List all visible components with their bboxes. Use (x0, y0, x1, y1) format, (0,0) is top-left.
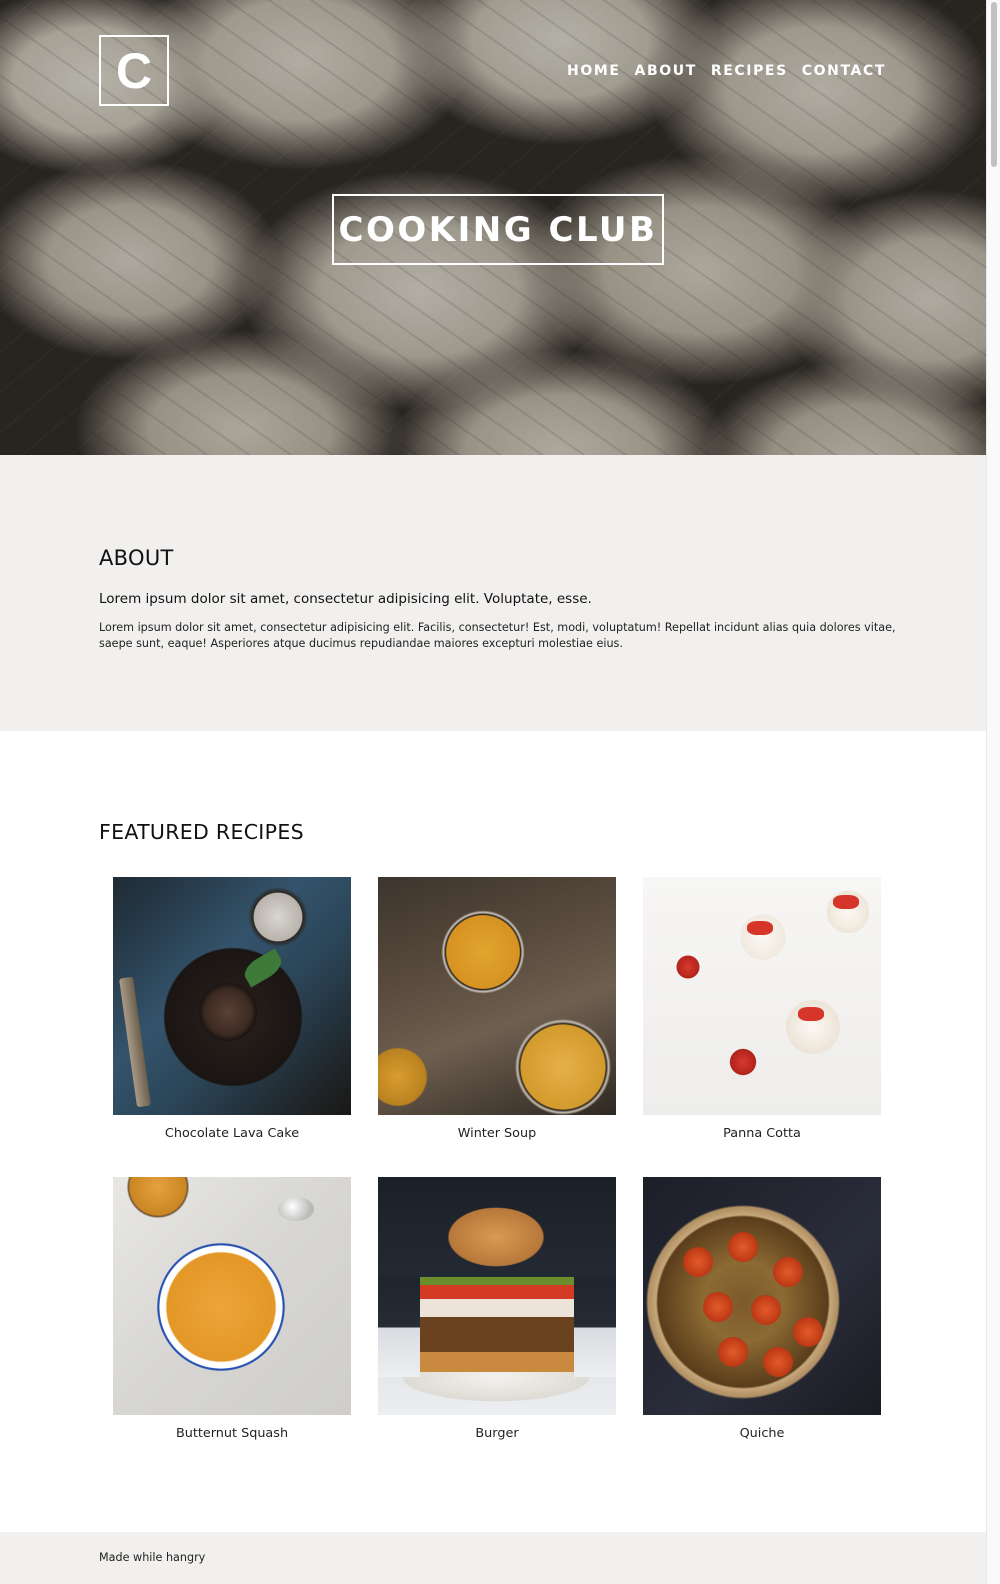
footer-text: Made while hangry (99, 1551, 206, 1564)
nav-about-link[interactable]: ABOUT (635, 62, 697, 80)
fork-icon (119, 976, 151, 1108)
recipe-card-winter-soup[interactable]: Winter Soup (378, 877, 616, 1141)
tomato-slice-icon (718, 1337, 748, 1367)
recipe-card-butternut-squash[interactable]: Butternut Squash (113, 1177, 351, 1441)
hero-title: COOKING CLUB (332, 194, 664, 265)
recipe-photo[interactable] (378, 877, 616, 1115)
hero-banner: C HOME ABOUT RECIPES CONTACT COOKING CLU… (0, 0, 986, 455)
about-body-text: Lorem ipsum dolor sit amet, consectetur … (99, 621, 896, 650)
recipe-card-quiche[interactable]: Quiche (643, 1177, 881, 1441)
main-nav: HOME ABOUT RECIPES CONTACT (567, 62, 886, 80)
site-footer: Made while hangry (0, 1532, 986, 1584)
recipe-card-burger[interactable]: Burger (378, 1177, 616, 1441)
recipe-caption[interactable]: Butternut Squash (113, 1426, 351, 1441)
tomato-slice-icon (728, 1232, 758, 1262)
recipe-caption[interactable]: Winter Soup (378, 1126, 616, 1141)
recipe-caption[interactable]: Burger (378, 1426, 616, 1441)
about-heading: ABOUT (99, 546, 174, 570)
about-lead-text: Lorem ipsum dolor sit amet, consectetur … (99, 591, 592, 607)
nav-recipes-link[interactable]: RECIPES (711, 62, 788, 80)
about-section: ABOUT Lorem ipsum dolor sit amet, consec… (0, 455, 986, 731)
recipe-photo[interactable] (643, 877, 881, 1115)
nav-home-link[interactable]: HOME (567, 62, 621, 80)
strawberry-icon (798, 1007, 824, 1021)
page-scrollbar[interactable] (986, 0, 1000, 1584)
recipe-photo[interactable] (643, 1177, 881, 1415)
recipe-photo[interactable] (378, 1177, 616, 1415)
photo-backdrop (378, 1277, 420, 1377)
strawberry-icon (833, 895, 859, 909)
tomato-slice-icon (703, 1292, 733, 1322)
photo-backdrop (574, 1277, 616, 1377)
scrollbar-thumb[interactable] (991, 2, 997, 167)
tomato-slice-icon (793, 1317, 823, 1347)
tomato-slice-icon (773, 1257, 803, 1287)
recipe-photo[interactable] (113, 877, 351, 1115)
recipe-caption[interactable]: Panna Cotta (643, 1126, 881, 1141)
recipe-caption[interactable]: Quiche (643, 1426, 881, 1441)
recipe-card-panna-cotta[interactable]: Panna Cotta (643, 877, 881, 1141)
recipe-photo[interactable] (113, 1177, 351, 1415)
nav-contact-link[interactable]: CONTACT (802, 62, 886, 80)
tomato-slice-icon (683, 1247, 713, 1277)
tomato-slice-icon (763, 1347, 793, 1377)
site-logo[interactable]: C (99, 35, 169, 106)
featured-heading: FEATURED RECIPES (99, 820, 304, 844)
recipe-caption[interactable]: Chocolate Lava Cake (113, 1126, 351, 1141)
recipe-card-chocolate-lava-cake[interactable]: Chocolate Lava Cake (113, 877, 351, 1141)
spoon-icon (278, 1197, 314, 1221)
tomato-slice-icon (751, 1295, 781, 1325)
leaf-icon (240, 948, 286, 988)
strawberry-icon (747, 921, 773, 935)
